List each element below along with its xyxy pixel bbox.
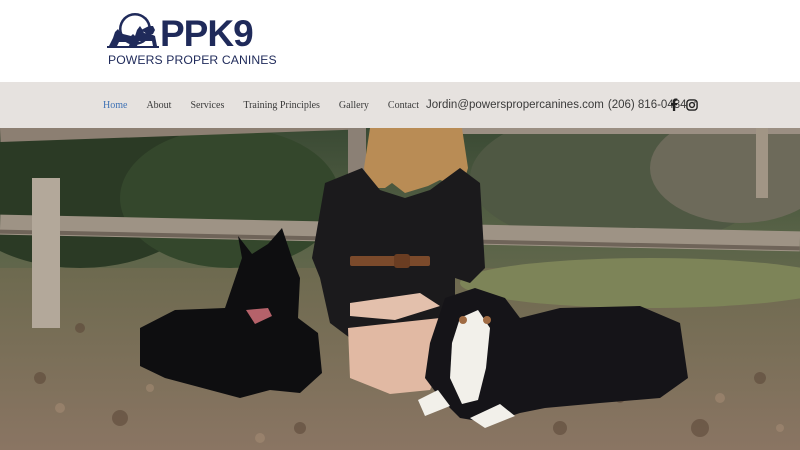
facebook-icon[interactable] xyxy=(667,98,680,111)
logo-title: PPK9 xyxy=(160,13,254,54)
contact-email[interactable]: Jordin@powerspropercanines.com xyxy=(426,99,604,111)
hero-image xyxy=(0,128,800,450)
logo-subtitle: POWERS PROPER CANINES xyxy=(108,53,277,67)
logo[interactable]: PPK9 POWERS PROPER CANINES xyxy=(107,12,277,70)
nav-item-about[interactable]: About xyxy=(146,100,171,111)
navigation-bar: Home About Services Training Principles … xyxy=(0,82,800,128)
social-bar xyxy=(667,98,703,111)
nav-item-contact[interactable]: Contact xyxy=(388,100,419,111)
hero-photo xyxy=(0,128,800,450)
logo-dogs-icon xyxy=(107,13,159,48)
site-header: PPK9 POWERS PROPER CANINES xyxy=(0,0,800,82)
nav-item-services[interactable]: Services xyxy=(190,100,224,111)
nav-item-home[interactable]: Home xyxy=(103,100,127,111)
instagram-icon[interactable] xyxy=(685,98,698,111)
main-menu: Home About Services Training Principles … xyxy=(103,82,438,128)
contact-info: Jordin@powerspropercanines.com (206) 816… xyxy=(426,82,687,128)
nav-item-gallery[interactable]: Gallery xyxy=(339,100,369,111)
nav-item-training-principles[interactable]: Training Principles xyxy=(243,100,320,111)
